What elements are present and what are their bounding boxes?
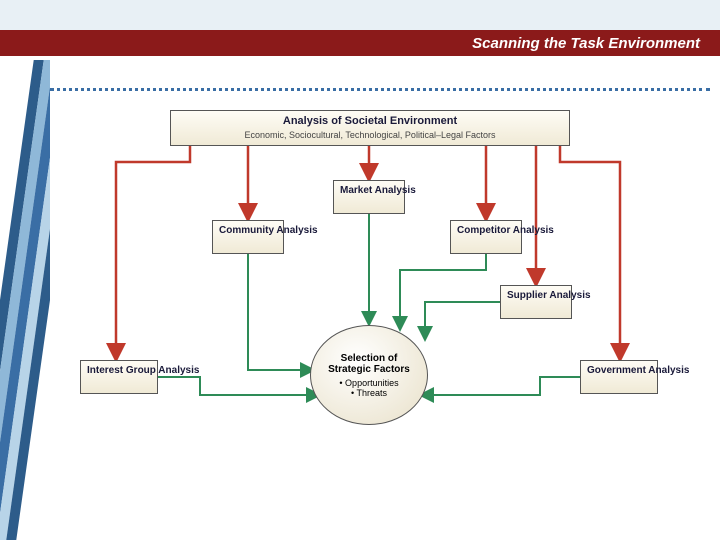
header-box: Analysis of Societal Environment Economi…	[170, 110, 570, 146]
node-competitor-label: Competitor Analysis	[457, 225, 515, 237]
node-market: Market Analysis	[333, 180, 405, 214]
slide-title: Scanning the Task Environment	[472, 35, 700, 52]
node-competitor: Competitor Analysis	[450, 220, 522, 254]
node-government: Government Analysis	[580, 360, 658, 394]
center-bullet-1: • Opportunities	[339, 378, 398, 388]
node-community-label: Community Analysis	[219, 225, 277, 237]
header-title: Analysis of Societal Environment	[177, 115, 563, 128]
node-government-label: Government Analysis	[587, 365, 651, 377]
node-market-label: Market Analysis	[340, 185, 398, 197]
node-interest: Interest Group Analysis	[80, 360, 158, 394]
center-title: Selection of Strategic Factors	[319, 353, 419, 375]
side-art	[0, 60, 50, 540]
center-circle: Selection of Strategic Factors • Opportu…	[310, 325, 428, 425]
node-supplier-label: Supplier Analysis	[507, 290, 565, 302]
diagram: Analysis of Societal Environment Economi…	[80, 110, 660, 480]
top-band	[0, 0, 720, 30]
node-interest-label: Interest Group Analysis	[87, 365, 151, 377]
center-bullet-2: • Threats	[351, 388, 387, 398]
node-supplier: Supplier Analysis	[500, 285, 572, 319]
header-subtitle: Economic, Sociocultural, Technological, …	[177, 130, 563, 141]
node-community: Community Analysis	[212, 220, 284, 254]
dotted-divider	[50, 88, 710, 91]
title-bar: Scanning the Task Environment	[0, 30, 720, 56]
